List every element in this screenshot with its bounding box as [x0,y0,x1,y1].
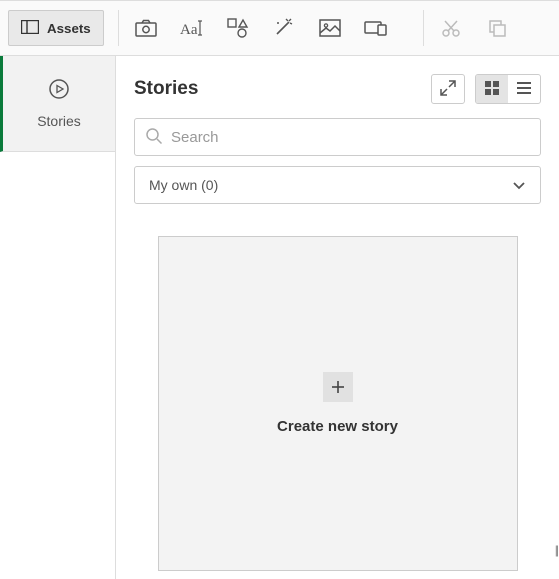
expand-button[interactable] [431,74,465,104]
play-circle-icon [3,78,115,103]
grid-view-button[interactable] [476,75,508,103]
image-icon[interactable] [317,15,343,41]
search-box[interactable] [134,118,541,156]
scissors-icon [438,15,464,41]
sidebar-item-label: Stories [3,113,115,129]
filter-label: My own (0) [149,177,218,193]
search-input[interactable] [171,129,530,146]
main-panel: Stories [116,56,559,579]
resize-handle[interactable]: || [555,543,557,557]
top-toolbar: Assets Aa [0,0,559,56]
camera-icon[interactable] [133,15,159,41]
magic-wand-icon[interactable] [271,15,297,41]
toolbar-divider [118,10,119,46]
plus-icon [323,372,353,402]
device-icon[interactable] [363,15,389,41]
shapes-icon[interactable] [225,15,251,41]
create-story-label: Create new story [277,418,398,435]
copy-icon [484,15,510,41]
list-icon [516,81,532,98]
filter-dropdown[interactable]: My own (0) [134,166,541,204]
grid-icon [484,80,500,99]
list-view-button[interactable] [508,75,540,103]
toolbar-divider [423,10,424,46]
assets-label: Assets [47,21,91,36]
view-toggle [475,74,541,104]
search-icon [145,127,163,148]
sidebar-item-stories[interactable]: Stories [0,56,115,152]
panel-icon [21,20,39,37]
expand-icon [440,80,456,99]
svg-text:Aa: Aa [180,22,198,37]
create-story-card[interactable]: Create new story [158,236,518,571]
chevron-down-icon [512,177,526,193]
left-rail: Stories [0,56,116,579]
page-title: Stories [134,78,198,100]
text-icon[interactable]: Aa [179,15,205,41]
assets-button[interactable]: Assets [8,10,104,46]
